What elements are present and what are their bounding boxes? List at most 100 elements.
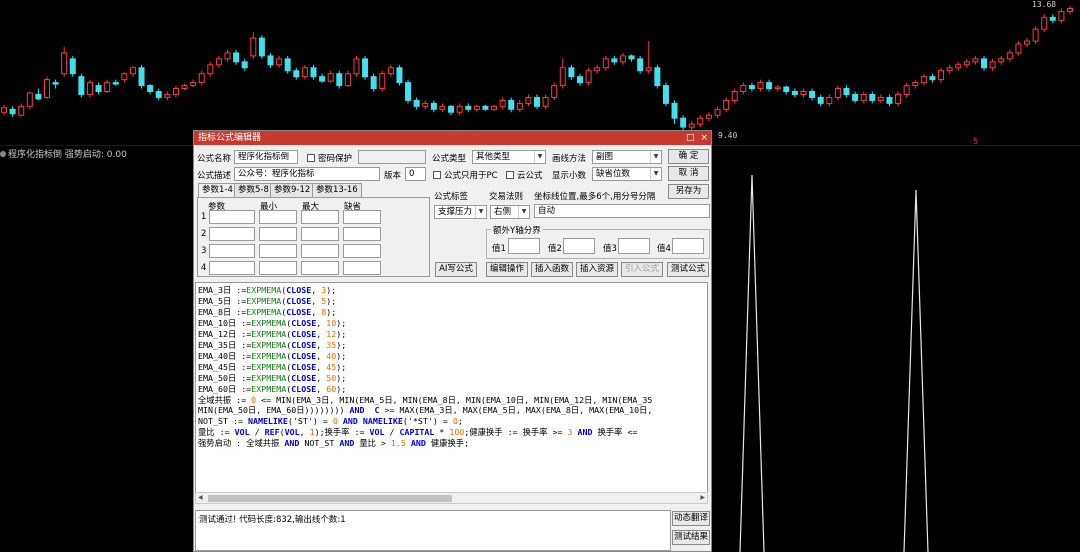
param-name-input[interactable] (209, 210, 255, 224)
formula-name-input[interactable]: 程序化指标倒 (234, 150, 298, 164)
candle-body (542, 96, 549, 107)
trade-rule-label: 交易法则 (489, 192, 524, 202)
draw-method-select[interactable]: 副图 ▼ (592, 150, 662, 164)
cloud-checkbox-box[interactable] (506, 171, 514, 179)
code-token: EXPMEMA (246, 295, 282, 306)
pc-only-checkbox[interactable]: 公式只用于PC (433, 169, 498, 181)
test-result-button[interactable]: 测试结果 (672, 530, 710, 545)
param-min-input[interactable] (259, 210, 297, 224)
candle-body (258, 37, 265, 57)
ai-write-formula-button[interactable]: AI写公式 (435, 262, 477, 277)
value2-input[interactable] (563, 238, 595, 254)
formula-type-select[interactable]: 其他类型 ▼ (472, 150, 546, 164)
dialog-title: 指标公式编辑器 (198, 133, 262, 143)
scrollbar-thumb[interactable] (208, 495, 452, 502)
candle (1049, 14, 1056, 24)
tab-params-13-16[interactable]: 参数13-16 (312, 183, 362, 197)
formula-tag-select[interactable]: 支撑压力 ▼ (434, 205, 487, 219)
candle-body (886, 96, 893, 104)
param-name-input[interactable] (209, 227, 255, 241)
tab-params-1-4[interactable]: 参数1-4 (198, 183, 237, 198)
code-token: CLOSE (291, 361, 317, 372)
candle-body (920, 76, 927, 84)
candle-body (938, 70, 945, 81)
code-token: ); (336, 317, 347, 328)
dynamic-translate-button[interactable]: 动态翻译 (672, 511, 710, 526)
candle-body (809, 91, 816, 98)
chevron-down-icon[interactable]: ▼ (534, 151, 545, 163)
import-formula-button[interactable]: 引入公式 (621, 262, 663, 277)
code-token: 10 (326, 317, 337, 328)
cancel-button[interactable]: 取 消 (668, 166, 709, 181)
candle-body (981, 58, 988, 69)
insert-resource-button[interactable]: 插入资源 (576, 262, 618, 277)
cloud-checkbox[interactable]: 云公式 (506, 169, 543, 181)
candle (783, 85, 790, 95)
insert-function-button[interactable]: 插入函数 (531, 262, 573, 277)
password-input[interactable] (358, 150, 426, 164)
chevron-down-icon[interactable]: ▼ (650, 151, 661, 163)
tab-params-5-8[interactable]: 参数5-8 (234, 183, 273, 197)
trade-rule-select[interactable]: 右侧 ▼ (490, 205, 530, 219)
candle-body (224, 52, 231, 60)
chevron-down-icon[interactable]: ▼ (518, 206, 529, 218)
formula-editor-dialog: 指标公式编辑器 □ × 公式名称 程序化指标倒 密码保护 公式类型 其他类型 ▼ … (193, 130, 712, 552)
candle-body (336, 73, 343, 87)
code-token: * (434, 427, 450, 438)
code-token: 量比 := (198, 427, 235, 438)
param-default-input[interactable] (343, 261, 381, 275)
value4-input[interactable] (672, 238, 704, 254)
code-editor[interactable]: EMA_3日 :=EXPMEMA(CLOSE, 3); EMA_5日 :=EXPM… (195, 282, 708, 504)
candle-body (654, 67, 661, 87)
chevron-down-icon[interactable]: ▼ (650, 168, 661, 180)
formula-desc-input[interactable]: 公众号：程序化指标 (234, 167, 380, 181)
candle-body (456, 105, 463, 113)
scroll-left-icon[interactable]: ◀ (198, 493, 203, 503)
ok-button[interactable]: 确 定 (668, 149, 709, 164)
param-max-input[interactable] (301, 227, 339, 241)
decimals-select[interactable]: 缺省位数 ▼ (592, 167, 662, 181)
candle (886, 94, 893, 107)
candle-body (1067, 7, 1073, 12)
code-line: EMA_60日 :=EXPMEMA(CLOSE, 60); (198, 384, 705, 395)
candle-body (903, 85, 910, 95)
candle-body (112, 82, 119, 85)
code-token: EMA_8日 := (198, 306, 247, 317)
maximize-icon[interactable]: □ (686, 131, 695, 145)
param-max-input[interactable] (301, 261, 339, 275)
param-max-input[interactable] (301, 244, 339, 258)
param-min-input[interactable] (259, 244, 297, 258)
password-checkbox-box[interactable] (307, 154, 315, 162)
password-checkbox[interactable]: 密码保护 (307, 152, 352, 164)
candle-body (448, 105, 455, 113)
edit-operation-button[interactable]: 编辑操作 (486, 262, 528, 277)
signal-spike-2 (903, 189, 929, 552)
pc-only-checkbox-box[interactable] (433, 171, 441, 179)
param-default-input[interactable] (343, 227, 381, 241)
param-name-input[interactable] (209, 261, 255, 275)
code-token: 100 (449, 427, 465, 438)
chevron-down-icon[interactable]: ▼ (475, 206, 486, 218)
coord-line-input[interactable]: 自动 (534, 204, 710, 218)
param-min-input[interactable] (259, 261, 297, 275)
param-default-input[interactable] (343, 244, 381, 258)
code-token: ; (457, 416, 463, 427)
candle (224, 49, 231, 62)
dialog-titlebar[interactable]: 指标公式编辑器 □ × (194, 131, 711, 145)
param-name-input[interactable] (209, 244, 255, 258)
candle (155, 88, 162, 101)
tab-params-9-12[interactable]: 参数9-12 (270, 183, 315, 197)
version-input[interactable]: 0 (405, 167, 426, 181)
candle-body (714, 108, 721, 116)
code-horizontal-scrollbar[interactable]: ◀ ▶ (195, 492, 708, 504)
test-formula-button[interactable]: 测试公式 (667, 262, 709, 277)
close-icon[interactable]: × (700, 131, 708, 145)
param-min-input[interactable] (259, 227, 297, 241)
save-as-button[interactable]: 另存为 (668, 184, 709, 199)
value1-input[interactable] (508, 238, 540, 254)
param-default-input[interactable] (343, 210, 381, 224)
scroll-right-icon[interactable]: ▶ (700, 493, 705, 503)
value3-input[interactable] (618, 238, 650, 254)
param-max-input[interactable] (301, 210, 339, 224)
candle (1015, 41, 1022, 56)
